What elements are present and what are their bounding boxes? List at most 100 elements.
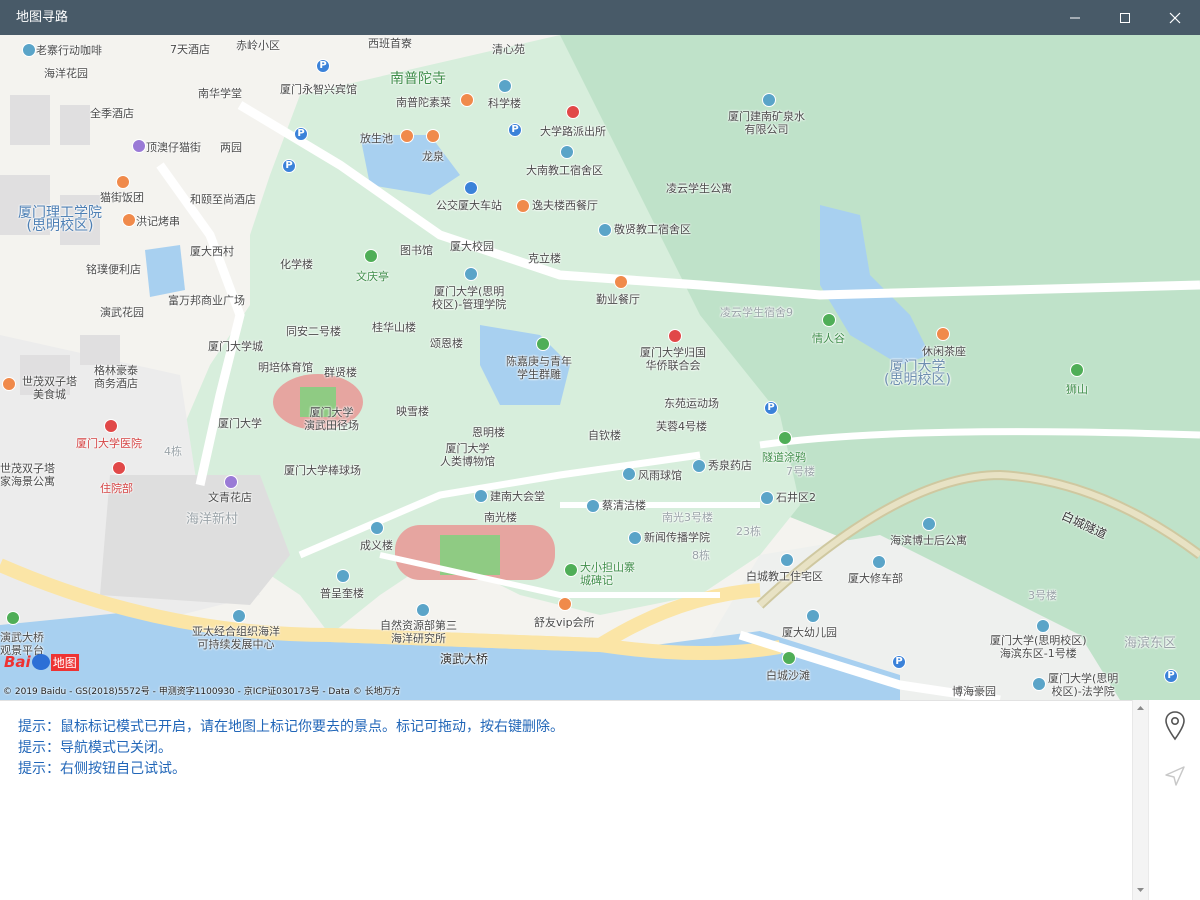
- poi-pin[interactable]: [692, 459, 706, 473]
- minimize-button[interactable]: [1050, 0, 1100, 35]
- message-log[interactable]: 提示：鼠标标记模式已开启，请在地图上标记你要去的景点。标记可拖动，按右键删除。 …: [0, 700, 1132, 900]
- poi-pin[interactable]: [782, 651, 796, 665]
- poi-label: 海洋花园: [44, 67, 88, 80]
- poi-pin[interactable]: [560, 145, 574, 159]
- poi-label: 厦门大学 演武田径场: [304, 406, 359, 432]
- poi-pin[interactable]: [400, 129, 414, 143]
- parking-pin[interactable]: P: [764, 401, 778, 415]
- poi-pin[interactable]: [564, 563, 578, 577]
- poi-label: 南普陀素菜: [396, 96, 451, 109]
- poi-label: 大南教工宿舍区: [526, 164, 603, 177]
- poi-pin[interactable]: [622, 467, 636, 481]
- maximize-button[interactable]: [1100, 0, 1150, 35]
- poi-label: 龙泉: [422, 150, 444, 163]
- navigation-arrow-icon: [1165, 766, 1185, 786]
- poi-label: 同安二号楼: [286, 325, 341, 338]
- parking-pin[interactable]: P: [294, 127, 308, 141]
- poi-pin[interactable]: [116, 175, 130, 189]
- poi-pin[interactable]: [416, 603, 430, 617]
- poi-pin[interactable]: [364, 249, 378, 263]
- poi-pin[interactable]: [760, 491, 774, 505]
- poi-label: 桂华山楼: [372, 321, 416, 334]
- map-view[interactable]: 厦门理工学院 (思明校区) 厦门大学 (思明校区) 海洋新村 海滨东区 演武大桥…: [0, 35, 1200, 700]
- baidu-logo[interactable]: Bai 地图: [4, 653, 79, 671]
- close-button[interactable]: [1150, 0, 1200, 35]
- parking-pin[interactable]: P: [316, 59, 330, 73]
- paw-icon: [31, 654, 50, 670]
- poi-pin[interactable]: [464, 267, 478, 281]
- parking-pin[interactable]: P: [1164, 669, 1178, 683]
- poi-label: 顶澳仔猫街: [146, 141, 201, 154]
- poi-pin[interactable]: [936, 327, 950, 341]
- poi-pin[interactable]: [1036, 619, 1050, 633]
- poi-label: 逸夫楼西餐厅: [532, 199, 598, 212]
- poi-pin[interactable]: [1032, 677, 1046, 691]
- maximize-icon: [1120, 12, 1130, 23]
- poi-label: 勤业餐厅: [596, 293, 640, 306]
- poi-pin[interactable]: [806, 609, 820, 623]
- poi-pin[interactable]: [104, 419, 118, 433]
- poi-label: 厦门永智兴宾馆: [280, 83, 357, 96]
- poi-pin[interactable]: [232, 609, 246, 623]
- navigation-button[interactable]: [1163, 764, 1187, 788]
- poi-pin[interactable]: [762, 93, 776, 107]
- poi-label: 赤岭小区: [236, 39, 280, 52]
- poi-label: 住院部: [100, 482, 133, 495]
- poi-pin[interactable]: [498, 79, 512, 93]
- poi-pin[interactable]: [558, 597, 572, 611]
- poi-label: 克立楼: [528, 252, 561, 265]
- poi-label: 富万邦商业广场: [168, 294, 245, 307]
- log-scrollbar[interactable]: [1132, 700, 1148, 900]
- poi-pin[interactable]: [370, 521, 384, 535]
- parking-pin[interactable]: P: [892, 655, 906, 669]
- parking-pin[interactable]: P: [282, 159, 296, 173]
- poi-label: 老寨行动咖啡: [36, 44, 102, 57]
- poi-pin[interactable]: [336, 569, 350, 583]
- poi-pin[interactable]: [628, 531, 642, 545]
- poi-label: 演武花园: [100, 306, 144, 319]
- mark-location-button[interactable]: [1163, 710, 1187, 742]
- poi-pin[interactable]: [536, 337, 550, 351]
- parking-pin[interactable]: P: [508, 123, 522, 137]
- poi-label: 自然资源部第三 海洋研究所: [380, 619, 457, 645]
- poi-pin[interactable]: [922, 517, 936, 531]
- poi-pin[interactable]: [112, 461, 126, 475]
- poi-label: 明培体育馆: [258, 361, 313, 374]
- bus-stop-pin[interactable]: [464, 181, 478, 195]
- area-label-haiyang: 海洋新村: [186, 512, 239, 527]
- poi-pin[interactable]: [224, 475, 238, 489]
- poi-pin[interactable]: [778, 431, 792, 445]
- poi-pin[interactable]: [822, 313, 836, 327]
- poi-label: 厦门建南矿泉水 有限公司: [728, 110, 805, 136]
- poi-pin[interactable]: [566, 105, 580, 119]
- poi-label: 陈嘉庚与青年 学生群雕: [506, 355, 572, 381]
- poi-pin[interactable]: [598, 223, 612, 237]
- poi-pin[interactable]: [780, 553, 794, 567]
- poi-label: 厦门大学归国 华侨联合会: [640, 346, 706, 372]
- poi-pin[interactable]: [6, 611, 20, 625]
- poi-label: 科学楼: [488, 97, 521, 110]
- poi-pin[interactable]: [668, 329, 682, 343]
- poi-pin[interactable]: [122, 213, 136, 227]
- poi-pin[interactable]: [586, 499, 600, 513]
- poi-pin[interactable]: [2, 377, 16, 391]
- poi-pin[interactable]: [460, 93, 474, 107]
- minimize-icon: [1070, 17, 1080, 18]
- poi-pin[interactable]: [474, 489, 488, 503]
- poi-label: 7天酒店: [170, 43, 210, 56]
- title-bar: 地图寻路: [0, 0, 1200, 35]
- poi-label: 颂恩楼: [430, 337, 463, 350]
- area-label-xmu: 厦门大学 (思明校区): [884, 359, 951, 388]
- poi-pin[interactable]: [614, 275, 628, 289]
- area-label-xmut: 厦门理工学院 (思明校区): [18, 205, 102, 234]
- poi-label: 舒友vip会所: [534, 616, 595, 629]
- poi-label: 敬贤教工宿舍区: [614, 223, 691, 236]
- poi-pin[interactable]: [426, 129, 440, 143]
- poi-pin[interactable]: [22, 43, 36, 57]
- log-line: 提示：右侧按钮自己试试。: [18, 761, 186, 777]
- poi-pin[interactable]: [516, 199, 530, 213]
- poi-pin[interactable]: [1070, 363, 1084, 377]
- poi-pin[interactable]: [872, 555, 886, 569]
- poi-label: 清心苑: [492, 43, 525, 56]
- poi-pin[interactable]: [132, 139, 146, 153]
